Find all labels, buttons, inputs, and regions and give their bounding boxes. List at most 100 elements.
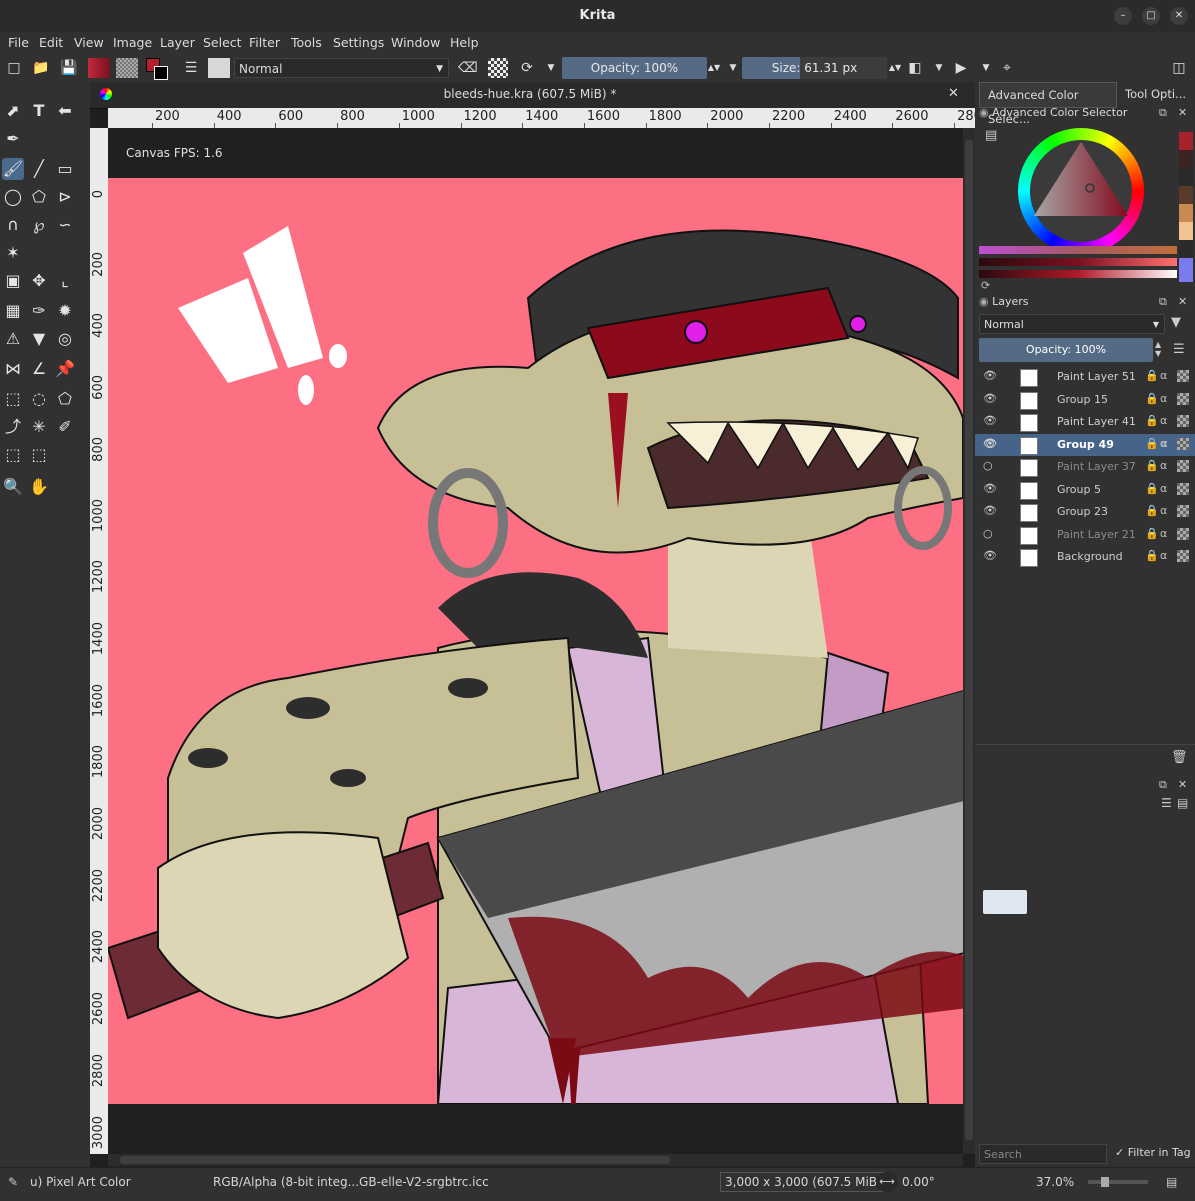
layer-row[interactable]: 👁 Group 49 🔒 α <box>975 433 1195 456</box>
inherit-alpha-icon[interactable] <box>1177 550 1189 562</box>
menu-file[interactable]: File <box>8 35 29 50</box>
float-panel-icon[interactable]: ⧉ <box>1159 295 1167 309</box>
canvas-area[interactable]: Canvas FPS: 1.6 <box>108 128 963 1154</box>
wrap-around-icon[interactable]: ⌖ <box>998 59 1016 77</box>
alpha-lock-icon[interactable]: α <box>1160 504 1167 517</box>
eye-icon[interactable]: 👁 <box>983 437 997 450</box>
lock-icon[interactable]: 🔒 <box>1145 369 1159 382</box>
assistant-tool-icon[interactable]: ⚠ <box>2 328 24 350</box>
enclose-fill-icon[interactable]: ◎ <box>54 328 76 350</box>
zoom-tool-icon[interactable]: 🔍 <box>2 476 24 498</box>
rectangle-tool-icon[interactable]: ▭ <box>54 158 76 180</box>
rect-select-icon[interactable]: ⬚ <box>2 388 24 410</box>
chevron-down-icon[interactable]: ▼ <box>724 59 742 77</box>
save-icon[interactable]: ▤ <box>1177 796 1188 810</box>
panel-collapse-icon[interactable]: ◉ <box>979 295 989 308</box>
layer-row[interactable]: 👁 Background 🔒 α <box>975 546 1195 568</box>
alpha-lock-icon[interactable]: α <box>1160 549 1167 562</box>
close-icon[interactable]: ✕ <box>1170 7 1188 25</box>
refresh-icon[interactable]: ⟳ <box>981 279 990 292</box>
menu-view[interactable]: View <box>74 35 104 50</box>
layer-row[interactable]: ○ Paint Layer 21 🔒 α <box>975 524 1195 546</box>
measure-tool-icon[interactable]: ∠ <box>28 358 50 380</box>
inherit-alpha-icon[interactable] <box>1177 505 1189 517</box>
layer-row[interactable]: 👁 Group 23 🔒 α <box>975 501 1195 523</box>
select-shapes-icon[interactable]: ⬈ <box>2 100 24 122</box>
mirror-vertical-icon[interactable]: ▶ <box>952 59 970 77</box>
lock-icon[interactable]: 🔒 <box>1145 482 1159 495</box>
bezier-tool-icon[interactable]: ∩ <box>2 214 24 236</box>
spin-arrows-icon[interactable]: ▲▼ <box>705 59 723 77</box>
rotation-icon[interactable]: ⟷ <box>876 1172 898 1192</box>
status-rotation[interactable]: 0.00° <box>902 1175 935 1189</box>
close-tab-icon[interactable]: ✕ <box>948 86 959 101</box>
display-icon[interactable]: ▤ <box>1166 1175 1177 1189</box>
color-wheel[interactable] <box>1018 128 1144 254</box>
vertical-scroll-thumb[interactable] <box>965 140 973 1140</box>
eye-icon[interactable]: 👁 <box>983 549 997 562</box>
inherit-alpha-icon[interactable] <box>1177 482 1189 495</box>
eye-icon[interactable]: 👁 <box>983 392 997 405</box>
vertical-scrollbar[interactable] <box>963 128 975 1154</box>
multibrush-icon[interactable]: ✶ <box>2 242 24 264</box>
contiguous-select-icon[interactable]: ✳ <box>28 416 50 438</box>
eye-hidden-icon[interactable]: ○ <box>983 527 993 540</box>
inherit-alpha-icon[interactable] <box>1177 437 1189 450</box>
document-tab[interactable]: bleeds-hue.kra (607.5 MiB) * <box>120 87 940 101</box>
alpha-lock-icon[interactable]: α <box>1160 459 1167 472</box>
hue-slider[interactable] <box>979 246 1177 254</box>
filter-in-tag-checkbox[interactable]: ✓ Filter in Tag <box>1115 1146 1191 1159</box>
alpha-lock-icon[interactable]: α <box>1160 369 1167 382</box>
brush-preset-thumbnail[interactable] <box>983 890 1027 914</box>
artwork-canvas[interactable] <box>108 178 963 1104</box>
brush-settings-icon[interactable]: ☰ <box>182 59 200 77</box>
alpha-lock-icon[interactable]: α <box>1160 414 1167 427</box>
list-view-icon[interactable]: ☰ <box>1161 796 1172 810</box>
gradient-tool-icon[interactable]: ▦ <box>2 300 24 322</box>
layer-opacity-slider[interactable]: Opacity: 100% <box>979 338 1153 362</box>
inherit-alpha-icon[interactable] <box>1177 392 1189 405</box>
inherit-alpha-icon[interactable] <box>1177 370 1189 382</box>
line-tool-icon[interactable]: ╱ <box>28 158 50 180</box>
open-folder-icon[interactable]: 📁 <box>32 59 50 77</box>
chevron-down-icon[interactable]: ▼ <box>930 59 948 77</box>
mirror-horizontal-icon[interactable]: ◧ <box>906 59 924 77</box>
lock-icon[interactable]: 🔒 <box>1145 527 1159 540</box>
trash-icon[interactable]: 🗑 <box>1171 750 1188 765</box>
status-zoom[interactable]: 37.0% <box>1036 1175 1074 1189</box>
opacity-slider[interactable]: Opacity: 100% <box>562 57 707 79</box>
close-panel-icon[interactable]: ✕ <box>1178 778 1187 791</box>
text-tool-icon[interactable]: T <box>28 100 50 122</box>
filter-icon[interactable]: ▼ <box>1171 315 1181 330</box>
menu-window[interactable]: Window <box>391 35 440 50</box>
gradient-preset-button[interactable] <box>88 58 110 78</box>
panel-collapse-icon[interactable]: ◉ <box>979 106 989 119</box>
ellipse-tool-icon[interactable]: ◯ <box>2 186 24 208</box>
saturation-slider[interactable] <box>979 270 1177 278</box>
color-picker-icon[interactable]: ✑ <box>28 300 50 322</box>
new-document-icon[interactable]: □ <box>5 59 23 77</box>
inherit-alpha-icon[interactable] <box>1177 527 1189 540</box>
lock-icon[interactable]: 🔒 <box>1145 392 1159 405</box>
crop-tool-icon[interactable]: ⌞ <box>54 270 76 292</box>
float-panel-icon[interactable]: ⧉ <box>1159 106 1167 120</box>
reload-preset-icon[interactable]: ⟳ <box>518 59 536 77</box>
menu-layer[interactable]: Layer <box>160 35 195 50</box>
pattern-preset-button[interactable] <box>116 58 138 78</box>
layers-menu-icon[interactable]: ☰ <box>1173 342 1185 357</box>
color-triangle[interactable] <box>1018 128 1144 254</box>
horizontal-scroll-thumb[interactable] <box>120 1156 670 1164</box>
eraser-icon[interactable]: ⌫ <box>458 59 478 77</box>
polygon-select-icon[interactable]: ⬠ <box>54 388 76 410</box>
alpha-lock-icon[interactable]: α <box>1160 392 1167 405</box>
color-history[interactable] <box>1179 132 1193 282</box>
spin-arrows-icon[interactable]: ▲▼ <box>886 59 904 77</box>
status-color-profile[interactable]: RGB/Alpha (8-bit integ...GB-elle-V2-srgb… <box>213 1175 489 1189</box>
zoom-slider-handle[interactable] <box>1101 1177 1109 1187</box>
menu-filter[interactable]: Filter <box>249 35 280 50</box>
eye-hidden-icon[interactable]: ○ <box>983 459 993 472</box>
eye-icon[interactable]: 👁 <box>983 482 997 495</box>
close-panel-icon[interactable]: ✕ <box>1178 295 1187 308</box>
zoom-slider[interactable] <box>1088 1180 1148 1184</box>
color-selector-menu-icon[interactable]: ▤ <box>985 128 997 143</box>
